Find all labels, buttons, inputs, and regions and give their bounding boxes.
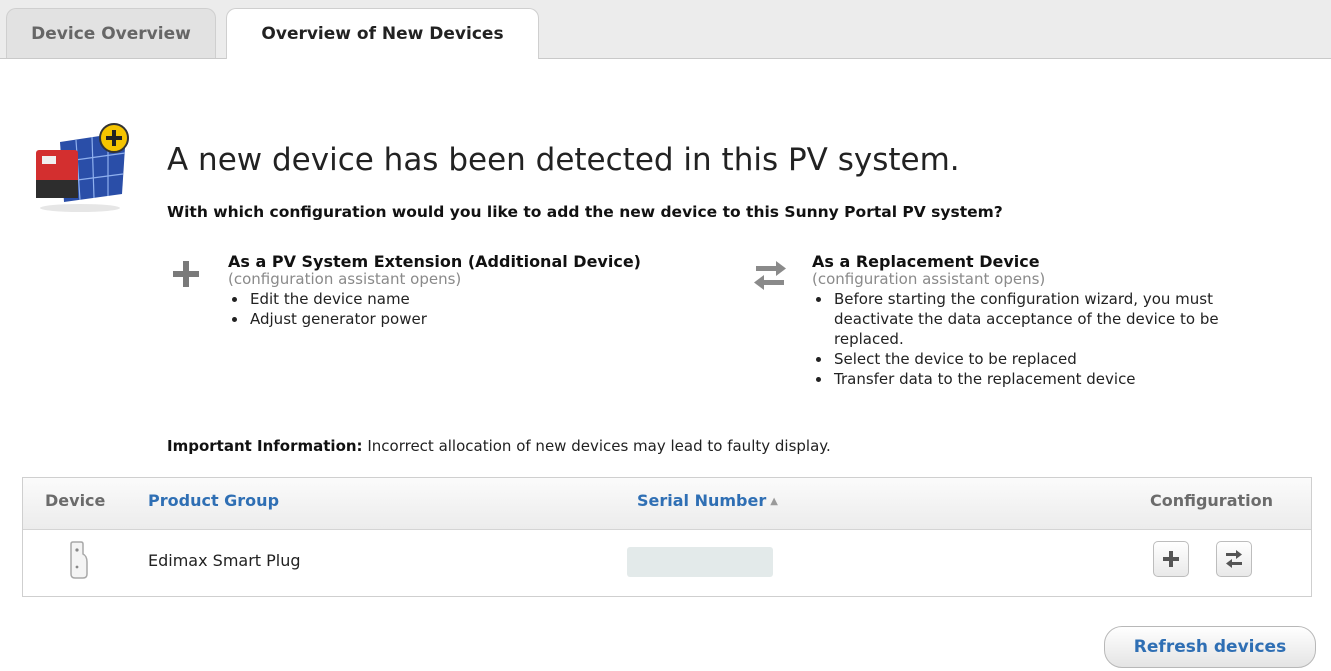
configuration-question: With which configuration would you like … bbox=[167, 203, 1003, 221]
option-replacement-list: Before starting the configuration wizard… bbox=[812, 289, 1282, 389]
tab-overview-new-devices[interactable]: Overview of New Devices bbox=[226, 8, 539, 59]
product-group-value: Edimax Smart Plug bbox=[148, 551, 301, 570]
add-as-replacement-button[interactable] bbox=[1216, 541, 1252, 577]
list-item: Adjust generator power bbox=[248, 309, 641, 329]
option-replacement-subtitle: (configuration assistant opens) bbox=[812, 270, 1046, 288]
refresh-devices-button[interactable]: Refresh devices bbox=[1104, 626, 1316, 668]
tab-bar: Device Overview Overview of New Devices bbox=[0, 0, 1331, 59]
plus-icon bbox=[1163, 551, 1179, 567]
important-text: Incorrect allocation of new devices may … bbox=[367, 437, 831, 455]
table-header: Device Product Group Serial Number ▲ Conf… bbox=[23, 478, 1311, 530]
list-item: Before starting the configuration wizard… bbox=[832, 289, 1282, 349]
serial-number-value bbox=[627, 547, 773, 577]
sort-ascending-icon: ▲ bbox=[770, 496, 778, 507]
list-item: Transfer data to the replacement device bbox=[832, 369, 1282, 389]
option-replacement: As a Replacement Device (configuration a… bbox=[812, 252, 1282, 389]
option-extension-subtitle: (configuration assistant opens) bbox=[228, 270, 462, 288]
swap-arrows-icon bbox=[1226, 550, 1242, 568]
column-header-device: Device bbox=[45, 491, 106, 510]
page-headline: A new device has been detected in this P… bbox=[167, 142, 960, 178]
new-device-icon bbox=[36, 123, 129, 212]
option-extension: As a PV System Extension (Additional Dev… bbox=[228, 252, 641, 329]
table-row: Edimax Smart Plug bbox=[23, 530, 1311, 596]
add-as-extension-button[interactable] bbox=[1153, 541, 1189, 577]
plus-icon bbox=[173, 261, 199, 287]
tab-device-overview[interactable]: Device Overview bbox=[6, 8, 216, 58]
option-extension-list: Edit the device name Adjust generator po… bbox=[228, 289, 641, 329]
option-replacement-title: As a Replacement Device bbox=[812, 252, 1040, 271]
smart-plug-icon bbox=[70, 541, 88, 579]
column-header-configuration: Configuration bbox=[1149, 491, 1273, 510]
new-devices-table: Device Product Group Serial Number ▲ Conf… bbox=[22, 477, 1312, 597]
serial-number-label: Serial Number bbox=[637, 491, 767, 510]
important-information: Important Information: Incorrect allocat… bbox=[167, 437, 831, 455]
swap-arrows-icon bbox=[754, 261, 786, 290]
column-header-product-group[interactable]: Product Group bbox=[148, 491, 279, 510]
list-item: Select the device to be replaced bbox=[832, 349, 1282, 369]
option-extension-title: As a PV System Extension (Additional Dev… bbox=[228, 252, 641, 271]
column-header-serial-number[interactable]: Serial Number ▲ bbox=[637, 491, 778, 510]
important-label: Important Information: bbox=[167, 437, 363, 455]
list-item: Edit the device name bbox=[248, 289, 641, 309]
